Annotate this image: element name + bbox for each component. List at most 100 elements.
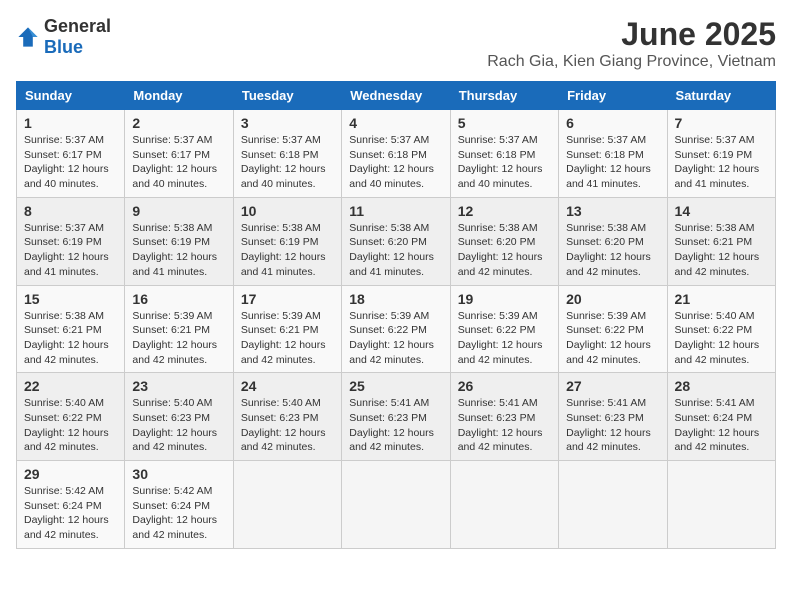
calendar-cell: 20 Sunrise: 5:39 AM Sunset: 6:22 PM Dayl… bbox=[559, 285, 667, 373]
day-number: 20 bbox=[566, 291, 659, 307]
day-number: 3 bbox=[241, 115, 334, 131]
calendar-cell: 6 Sunrise: 5:37 AM Sunset: 6:18 PM Dayli… bbox=[559, 110, 667, 198]
calendar-cell: 19 Sunrise: 5:39 AM Sunset: 6:22 PM Dayl… bbox=[450, 285, 558, 373]
day-number: 16 bbox=[132, 291, 225, 307]
calendar-cell: 14 Sunrise: 5:38 AM Sunset: 6:21 PM Dayl… bbox=[667, 197, 775, 285]
calendar-cell: 8 Sunrise: 5:37 AM Sunset: 6:19 PM Dayli… bbox=[17, 197, 125, 285]
day-info: Sunrise: 5:37 AM Sunset: 6:18 PM Dayligh… bbox=[566, 133, 659, 192]
day-info: Sunrise: 5:40 AM Sunset: 6:22 PM Dayligh… bbox=[675, 309, 768, 368]
day-info: Sunrise: 5:39 AM Sunset: 6:22 PM Dayligh… bbox=[458, 309, 551, 368]
col-sunday: Sunday bbox=[17, 82, 125, 110]
calendar-cell bbox=[667, 461, 775, 549]
day-info: Sunrise: 5:37 AM Sunset: 6:17 PM Dayligh… bbox=[132, 133, 225, 192]
day-number: 13 bbox=[566, 203, 659, 219]
calendar-week-4: 22 Sunrise: 5:40 AM Sunset: 6:22 PM Dayl… bbox=[17, 373, 776, 461]
day-number: 25 bbox=[349, 378, 442, 394]
calendar-cell bbox=[450, 461, 558, 549]
day-info: Sunrise: 5:37 AM Sunset: 6:19 PM Dayligh… bbox=[24, 221, 117, 280]
day-number: 7 bbox=[675, 115, 768, 131]
calendar-week-3: 15 Sunrise: 5:38 AM Sunset: 6:21 PM Dayl… bbox=[17, 285, 776, 373]
day-info: Sunrise: 5:37 AM Sunset: 6:17 PM Dayligh… bbox=[24, 133, 117, 192]
col-thursday: Thursday bbox=[450, 82, 558, 110]
calendar-cell: 15 Sunrise: 5:38 AM Sunset: 6:21 PM Dayl… bbox=[17, 285, 125, 373]
calendar-cell: 28 Sunrise: 5:41 AM Sunset: 6:24 PM Dayl… bbox=[667, 373, 775, 461]
day-info: Sunrise: 5:38 AM Sunset: 6:20 PM Dayligh… bbox=[458, 221, 551, 280]
day-number: 27 bbox=[566, 378, 659, 394]
day-number: 15 bbox=[24, 291, 117, 307]
day-info: Sunrise: 5:37 AM Sunset: 6:18 PM Dayligh… bbox=[241, 133, 334, 192]
calendar-cell: 30 Sunrise: 5:42 AM Sunset: 6:24 PM Dayl… bbox=[125, 461, 233, 549]
calendar-cell: 23 Sunrise: 5:40 AM Sunset: 6:23 PM Dayl… bbox=[125, 373, 233, 461]
day-info: Sunrise: 5:41 AM Sunset: 6:23 PM Dayligh… bbox=[458, 396, 551, 455]
calendar-cell: 13 Sunrise: 5:38 AM Sunset: 6:20 PM Dayl… bbox=[559, 197, 667, 285]
day-info: Sunrise: 5:39 AM Sunset: 6:21 PM Dayligh… bbox=[132, 309, 225, 368]
day-number: 11 bbox=[349, 203, 442, 219]
day-number: 19 bbox=[458, 291, 551, 307]
logo-general: General bbox=[44, 16, 111, 36]
calendar-cell: 22 Sunrise: 5:40 AM Sunset: 6:22 PM Dayl… bbox=[17, 373, 125, 461]
day-number: 29 bbox=[24, 466, 117, 482]
day-number: 24 bbox=[241, 378, 334, 394]
page-header: General Blue June 2025 Rach Gia, Kien Gi… bbox=[16, 16, 776, 71]
day-number: 30 bbox=[132, 466, 225, 482]
calendar-cell: 16 Sunrise: 5:39 AM Sunset: 6:21 PM Dayl… bbox=[125, 285, 233, 373]
logo-blue: Blue bbox=[44, 37, 83, 57]
day-info: Sunrise: 5:39 AM Sunset: 6:22 PM Dayligh… bbox=[349, 309, 442, 368]
calendar-cell: 10 Sunrise: 5:38 AM Sunset: 6:19 PM Dayl… bbox=[233, 197, 341, 285]
col-monday: Monday bbox=[125, 82, 233, 110]
day-info: Sunrise: 5:40 AM Sunset: 6:23 PM Dayligh… bbox=[241, 396, 334, 455]
day-number: 2 bbox=[132, 115, 225, 131]
day-info: Sunrise: 5:42 AM Sunset: 6:24 PM Dayligh… bbox=[24, 484, 117, 543]
calendar-cell: 18 Sunrise: 5:39 AM Sunset: 6:22 PM Dayl… bbox=[342, 285, 450, 373]
day-number: 26 bbox=[458, 378, 551, 394]
day-info: Sunrise: 5:38 AM Sunset: 6:20 PM Dayligh… bbox=[566, 221, 659, 280]
calendar-table: Sunday Monday Tuesday Wednesday Thursday… bbox=[16, 81, 776, 549]
day-number: 10 bbox=[241, 203, 334, 219]
calendar-title: June 2025 bbox=[487, 16, 776, 53]
day-number: 1 bbox=[24, 115, 117, 131]
day-info: Sunrise: 5:39 AM Sunset: 6:21 PM Dayligh… bbox=[241, 309, 334, 368]
calendar-week-2: 8 Sunrise: 5:37 AM Sunset: 6:19 PM Dayli… bbox=[17, 197, 776, 285]
calendar-cell: 5 Sunrise: 5:37 AM Sunset: 6:18 PM Dayli… bbox=[450, 110, 558, 198]
calendar-cell: 4 Sunrise: 5:37 AM Sunset: 6:18 PM Dayli… bbox=[342, 110, 450, 198]
calendar-cell: 26 Sunrise: 5:41 AM Sunset: 6:23 PM Dayl… bbox=[450, 373, 558, 461]
col-tuesday: Tuesday bbox=[233, 82, 341, 110]
day-info: Sunrise: 5:41 AM Sunset: 6:24 PM Dayligh… bbox=[675, 396, 768, 455]
calendar-cell bbox=[233, 461, 341, 549]
day-number: 12 bbox=[458, 203, 551, 219]
day-info: Sunrise: 5:37 AM Sunset: 6:18 PM Dayligh… bbox=[458, 133, 551, 192]
day-number: 4 bbox=[349, 115, 442, 131]
day-number: 14 bbox=[675, 203, 768, 219]
title-area: June 2025 Rach Gia, Kien Giang Province,… bbox=[487, 16, 776, 71]
day-number: 18 bbox=[349, 291, 442, 307]
calendar-cell: 1 Sunrise: 5:37 AM Sunset: 6:17 PM Dayli… bbox=[17, 110, 125, 198]
day-info: Sunrise: 5:37 AM Sunset: 6:19 PM Dayligh… bbox=[675, 133, 768, 192]
logo-icon bbox=[16, 25, 40, 49]
day-info: Sunrise: 5:40 AM Sunset: 6:23 PM Dayligh… bbox=[132, 396, 225, 455]
col-saturday: Saturday bbox=[667, 82, 775, 110]
day-number: 21 bbox=[675, 291, 768, 307]
calendar-cell: 9 Sunrise: 5:38 AM Sunset: 6:19 PM Dayli… bbox=[125, 197, 233, 285]
calendar-cell bbox=[342, 461, 450, 549]
day-info: Sunrise: 5:40 AM Sunset: 6:22 PM Dayligh… bbox=[24, 396, 117, 455]
day-number: 5 bbox=[458, 115, 551, 131]
calendar-week-5: 29 Sunrise: 5:42 AM Sunset: 6:24 PM Dayl… bbox=[17, 461, 776, 549]
day-number: 22 bbox=[24, 378, 117, 394]
calendar-cell: 7 Sunrise: 5:37 AM Sunset: 6:19 PM Dayli… bbox=[667, 110, 775, 198]
day-number: 17 bbox=[241, 291, 334, 307]
day-number: 23 bbox=[132, 378, 225, 394]
day-info: Sunrise: 5:38 AM Sunset: 6:20 PM Dayligh… bbox=[349, 221, 442, 280]
day-info: Sunrise: 5:41 AM Sunset: 6:23 PM Dayligh… bbox=[566, 396, 659, 455]
day-number: 6 bbox=[566, 115, 659, 131]
calendar-cell: 12 Sunrise: 5:38 AM Sunset: 6:20 PM Dayl… bbox=[450, 197, 558, 285]
calendar-cell: 29 Sunrise: 5:42 AM Sunset: 6:24 PM Dayl… bbox=[17, 461, 125, 549]
calendar-cell: 25 Sunrise: 5:41 AM Sunset: 6:23 PM Dayl… bbox=[342, 373, 450, 461]
day-info: Sunrise: 5:37 AM Sunset: 6:18 PM Dayligh… bbox=[349, 133, 442, 192]
calendar-subtitle: Rach Gia, Kien Giang Province, Vietnam bbox=[487, 53, 776, 71]
calendar-cell: 27 Sunrise: 5:41 AM Sunset: 6:23 PM Dayl… bbox=[559, 373, 667, 461]
calendar-cell: 3 Sunrise: 5:37 AM Sunset: 6:18 PM Dayli… bbox=[233, 110, 341, 198]
calendar-cell: 24 Sunrise: 5:40 AM Sunset: 6:23 PM Dayl… bbox=[233, 373, 341, 461]
col-friday: Friday bbox=[559, 82, 667, 110]
day-number: 8 bbox=[24, 203, 117, 219]
day-number: 9 bbox=[132, 203, 225, 219]
